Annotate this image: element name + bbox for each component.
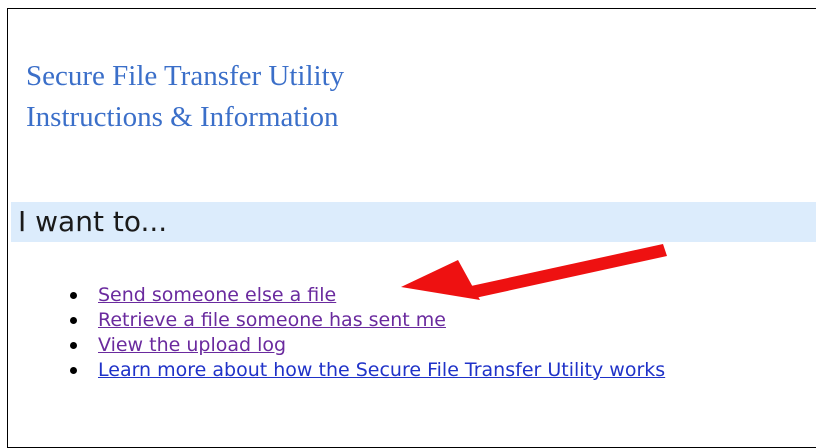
section-heading: I want to... — [18, 205, 168, 238]
retrieve-file-link[interactable]: Retrieve a file someone has sent me — [98, 309, 446, 331]
bullet-icon — [70, 317, 77, 324]
arrow-head — [401, 260, 480, 300]
list-item-retrieve-file: Retrieve a file someone has sent me — [70, 308, 665, 333]
bullet-icon — [70, 292, 77, 299]
bullet-icon — [70, 367, 77, 374]
page-title-line-1: Secure File Transfer Utility — [26, 60, 345, 92]
arrow-shaft — [471, 244, 667, 298]
upload-log-link[interactable]: View the upload log — [98, 334, 286, 356]
page-title-line-2: Instructions & Information — [26, 101, 339, 133]
page-title: Secure File Transfer Utility Instruction… — [26, 56, 344, 138]
learn-more-link[interactable]: Learn more about how the Secure File Tra… — [98, 359, 665, 381]
send-file-link[interactable]: Send someone else a file — [98, 284, 336, 306]
bullet-icon — [70, 342, 77, 349]
list-item-learn-more: Learn more about how the Secure File Tra… — [70, 358, 665, 383]
list-item-upload-log: View the upload log — [70, 333, 665, 358]
red-arrow-icon — [401, 244, 667, 300]
